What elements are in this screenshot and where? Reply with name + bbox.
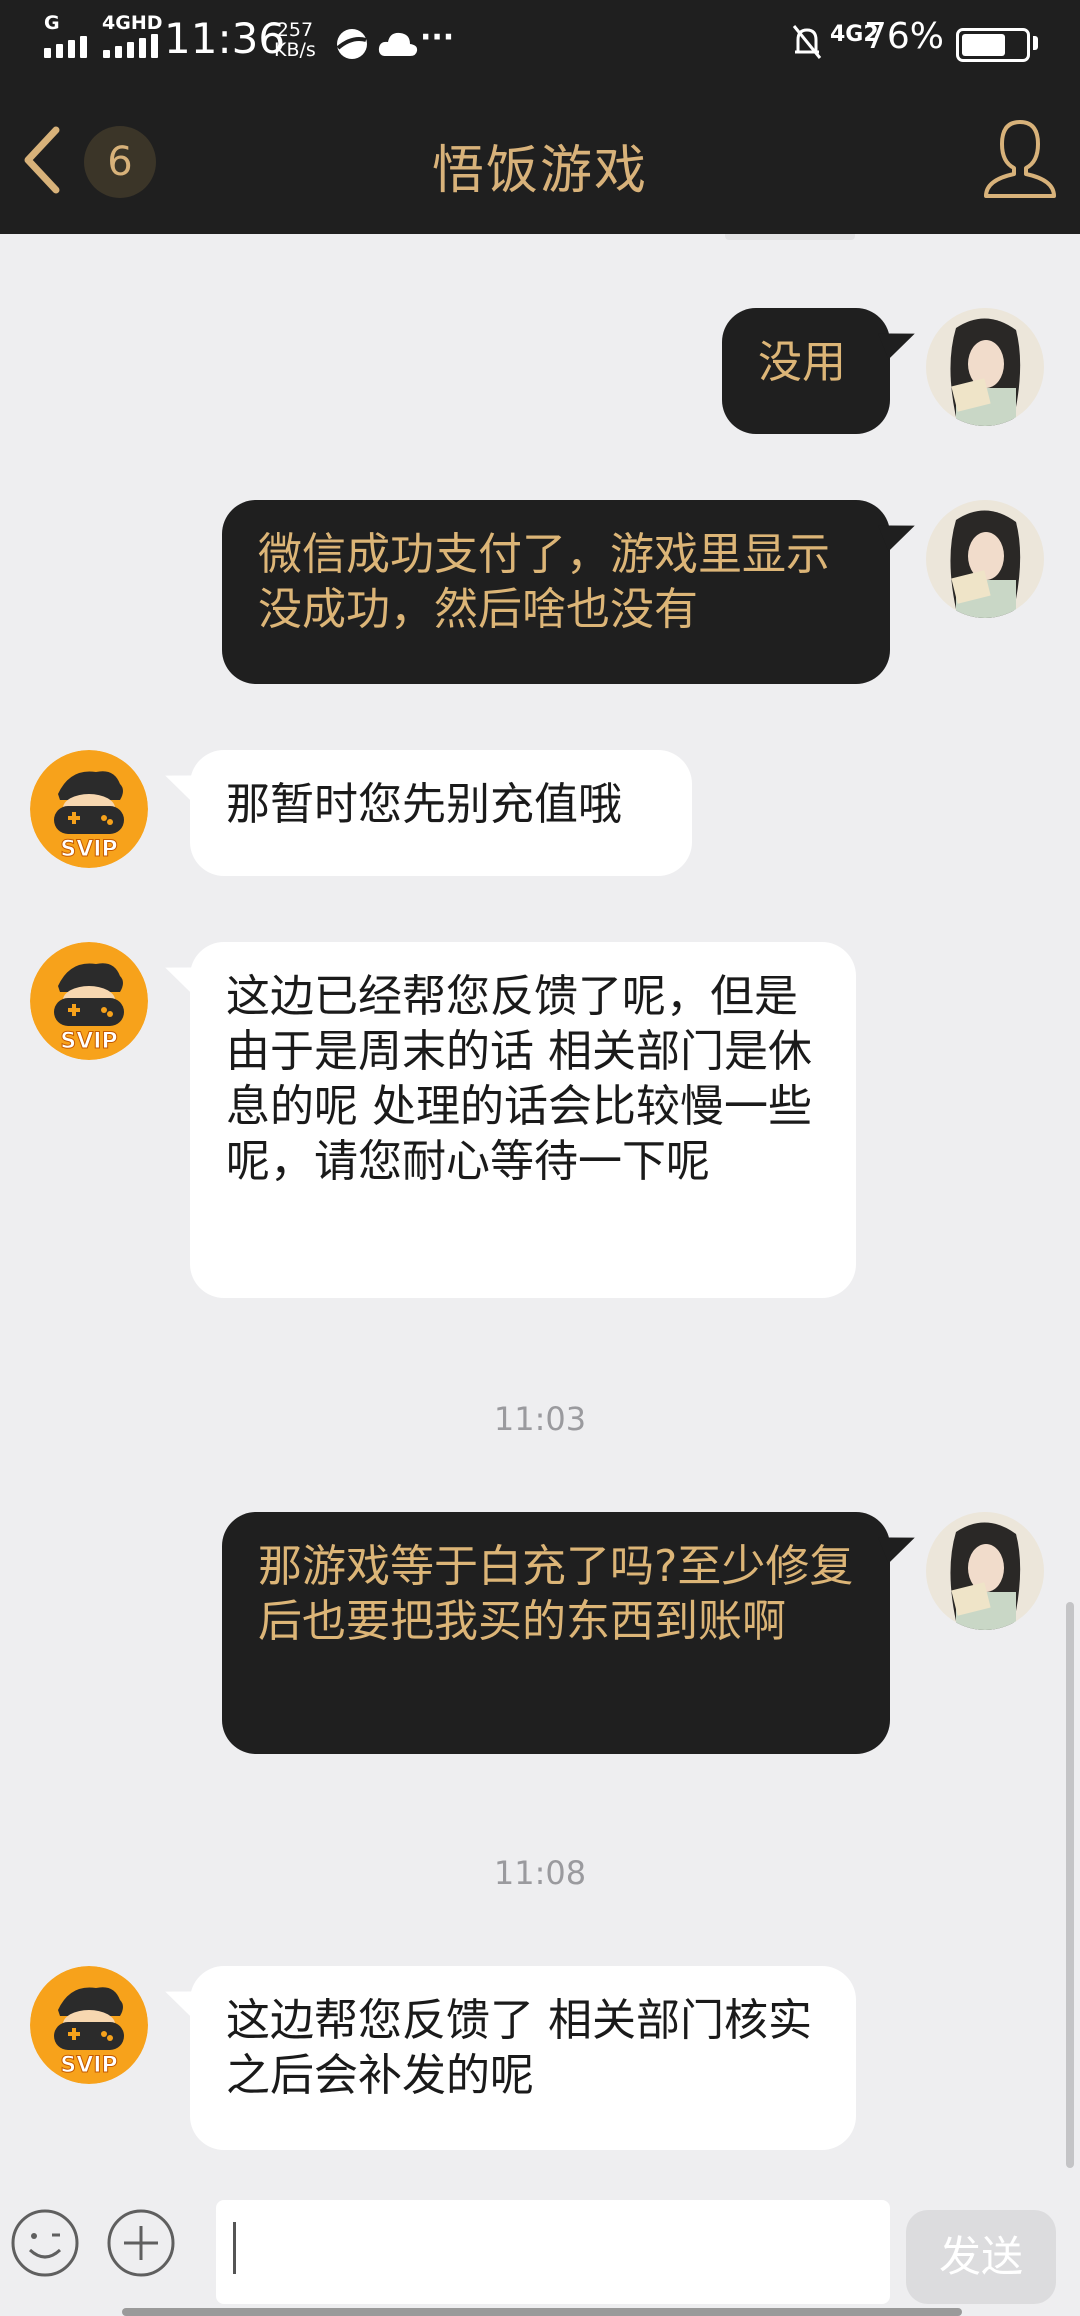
my-message-bubble[interactable]: 微信成功支付了，游戏里显示没成功，然后啥也没有 [222, 500, 890, 684]
service-avatar[interactable]: SVIP [30, 942, 148, 1060]
gamepad-mascot-icon: SVIP [30, 750, 148, 868]
mute-icon [792, 25, 822, 59]
nav-bar: 6 悟饭游戏 [0, 90, 1080, 234]
signal-icon-2 [103, 34, 158, 58]
svip-badge: SVIP [60, 2053, 117, 2078]
user-portrait-icon [926, 308, 1044, 426]
svip-badge: SVIP [60, 837, 117, 862]
plus-icon[interactable] [106, 2208, 176, 2278]
network-label-2: 4GHD [102, 12, 163, 34]
my-avatar[interactable] [926, 1512, 1044, 1630]
network-speed: 257 KB/s [274, 20, 316, 60]
bottom-edge [122, 2308, 962, 2316]
message-input[interactable] [216, 2200, 890, 2304]
service-avatar[interactable]: SVIP [30, 750, 148, 868]
gamepad-mascot-icon: SVIP [30, 942, 148, 1060]
emoji-icon[interactable] [10, 2208, 80, 2278]
service-message-bubble[interactable]: 那暂时您先别充值哦 [190, 750, 692, 876]
profile-icon[interactable] [980, 116, 1060, 204]
my-avatar[interactable] [926, 500, 1044, 618]
my-message-bubble[interactable]: 没用 [722, 308, 890, 434]
service-avatar[interactable]: SVIP [30, 1966, 148, 2084]
network-label-1: G [44, 12, 60, 34]
gamepad-mascot-icon: SVIP [30, 1966, 148, 2084]
input-bar: 发送 [0, 2196, 1080, 2316]
status-bar: G 4GHD 11:36 257 KB/s ··· 4G2 76% [0, 0, 1080, 90]
speed-unit: KB/s [274, 39, 316, 61]
battery-percent: 76% [863, 16, 944, 57]
signal-icon [44, 36, 87, 58]
browser-icon [336, 29, 367, 59]
battery-level [962, 34, 1005, 56]
my-avatar[interactable] [926, 308, 1044, 426]
user-portrait-icon [926, 1512, 1044, 1630]
speed-value: 257 [276, 19, 314, 41]
top-bar: G 4GHD 11:36 257 KB/s ··· 4G2 76% 6 悟饭游戏 [0, 0, 1080, 234]
send-button[interactable]: 发送 [906, 2210, 1056, 2304]
timestamp: 11:03 [493, 1400, 587, 1438]
my-message-bubble[interactable]: 那游戏等于白充了吗?至少修复后也要把我买的东西到账啊 [222, 1512, 890, 1754]
text-caret [233, 2222, 236, 2274]
svip-badge: SVIP [60, 1029, 117, 1054]
chat-area[interactable]: 没用 微信成功支付了，游戏里显示没成功，然后啥也没有 SVIP 那暂时您先别充值… [0, 234, 1080, 2196]
chat-scrollbar[interactable] [1066, 1602, 1074, 2168]
timestamp: 11:08 [493, 1854, 587, 1892]
service-message-bubble[interactable]: 这边帮您反馈了 相关部门核实之后会补发的呢 [190, 1966, 856, 2150]
status-time: 11:36 [164, 14, 286, 63]
battery-tip [1033, 36, 1038, 50]
cloud-icon [378, 32, 418, 56]
service-message-bubble[interactable]: 这边已经帮您反馈了呢，但是由于是周末的话 相关部门是休息的呢 处理的话会比较慢一… [190, 942, 856, 1298]
battery-icon [956, 28, 1030, 62]
previous-message-edge [725, 234, 855, 240]
user-portrait-icon [926, 500, 1044, 618]
more-indicator: ··· [420, 20, 455, 55]
page-title: 悟饭游戏 [431, 141, 648, 201]
